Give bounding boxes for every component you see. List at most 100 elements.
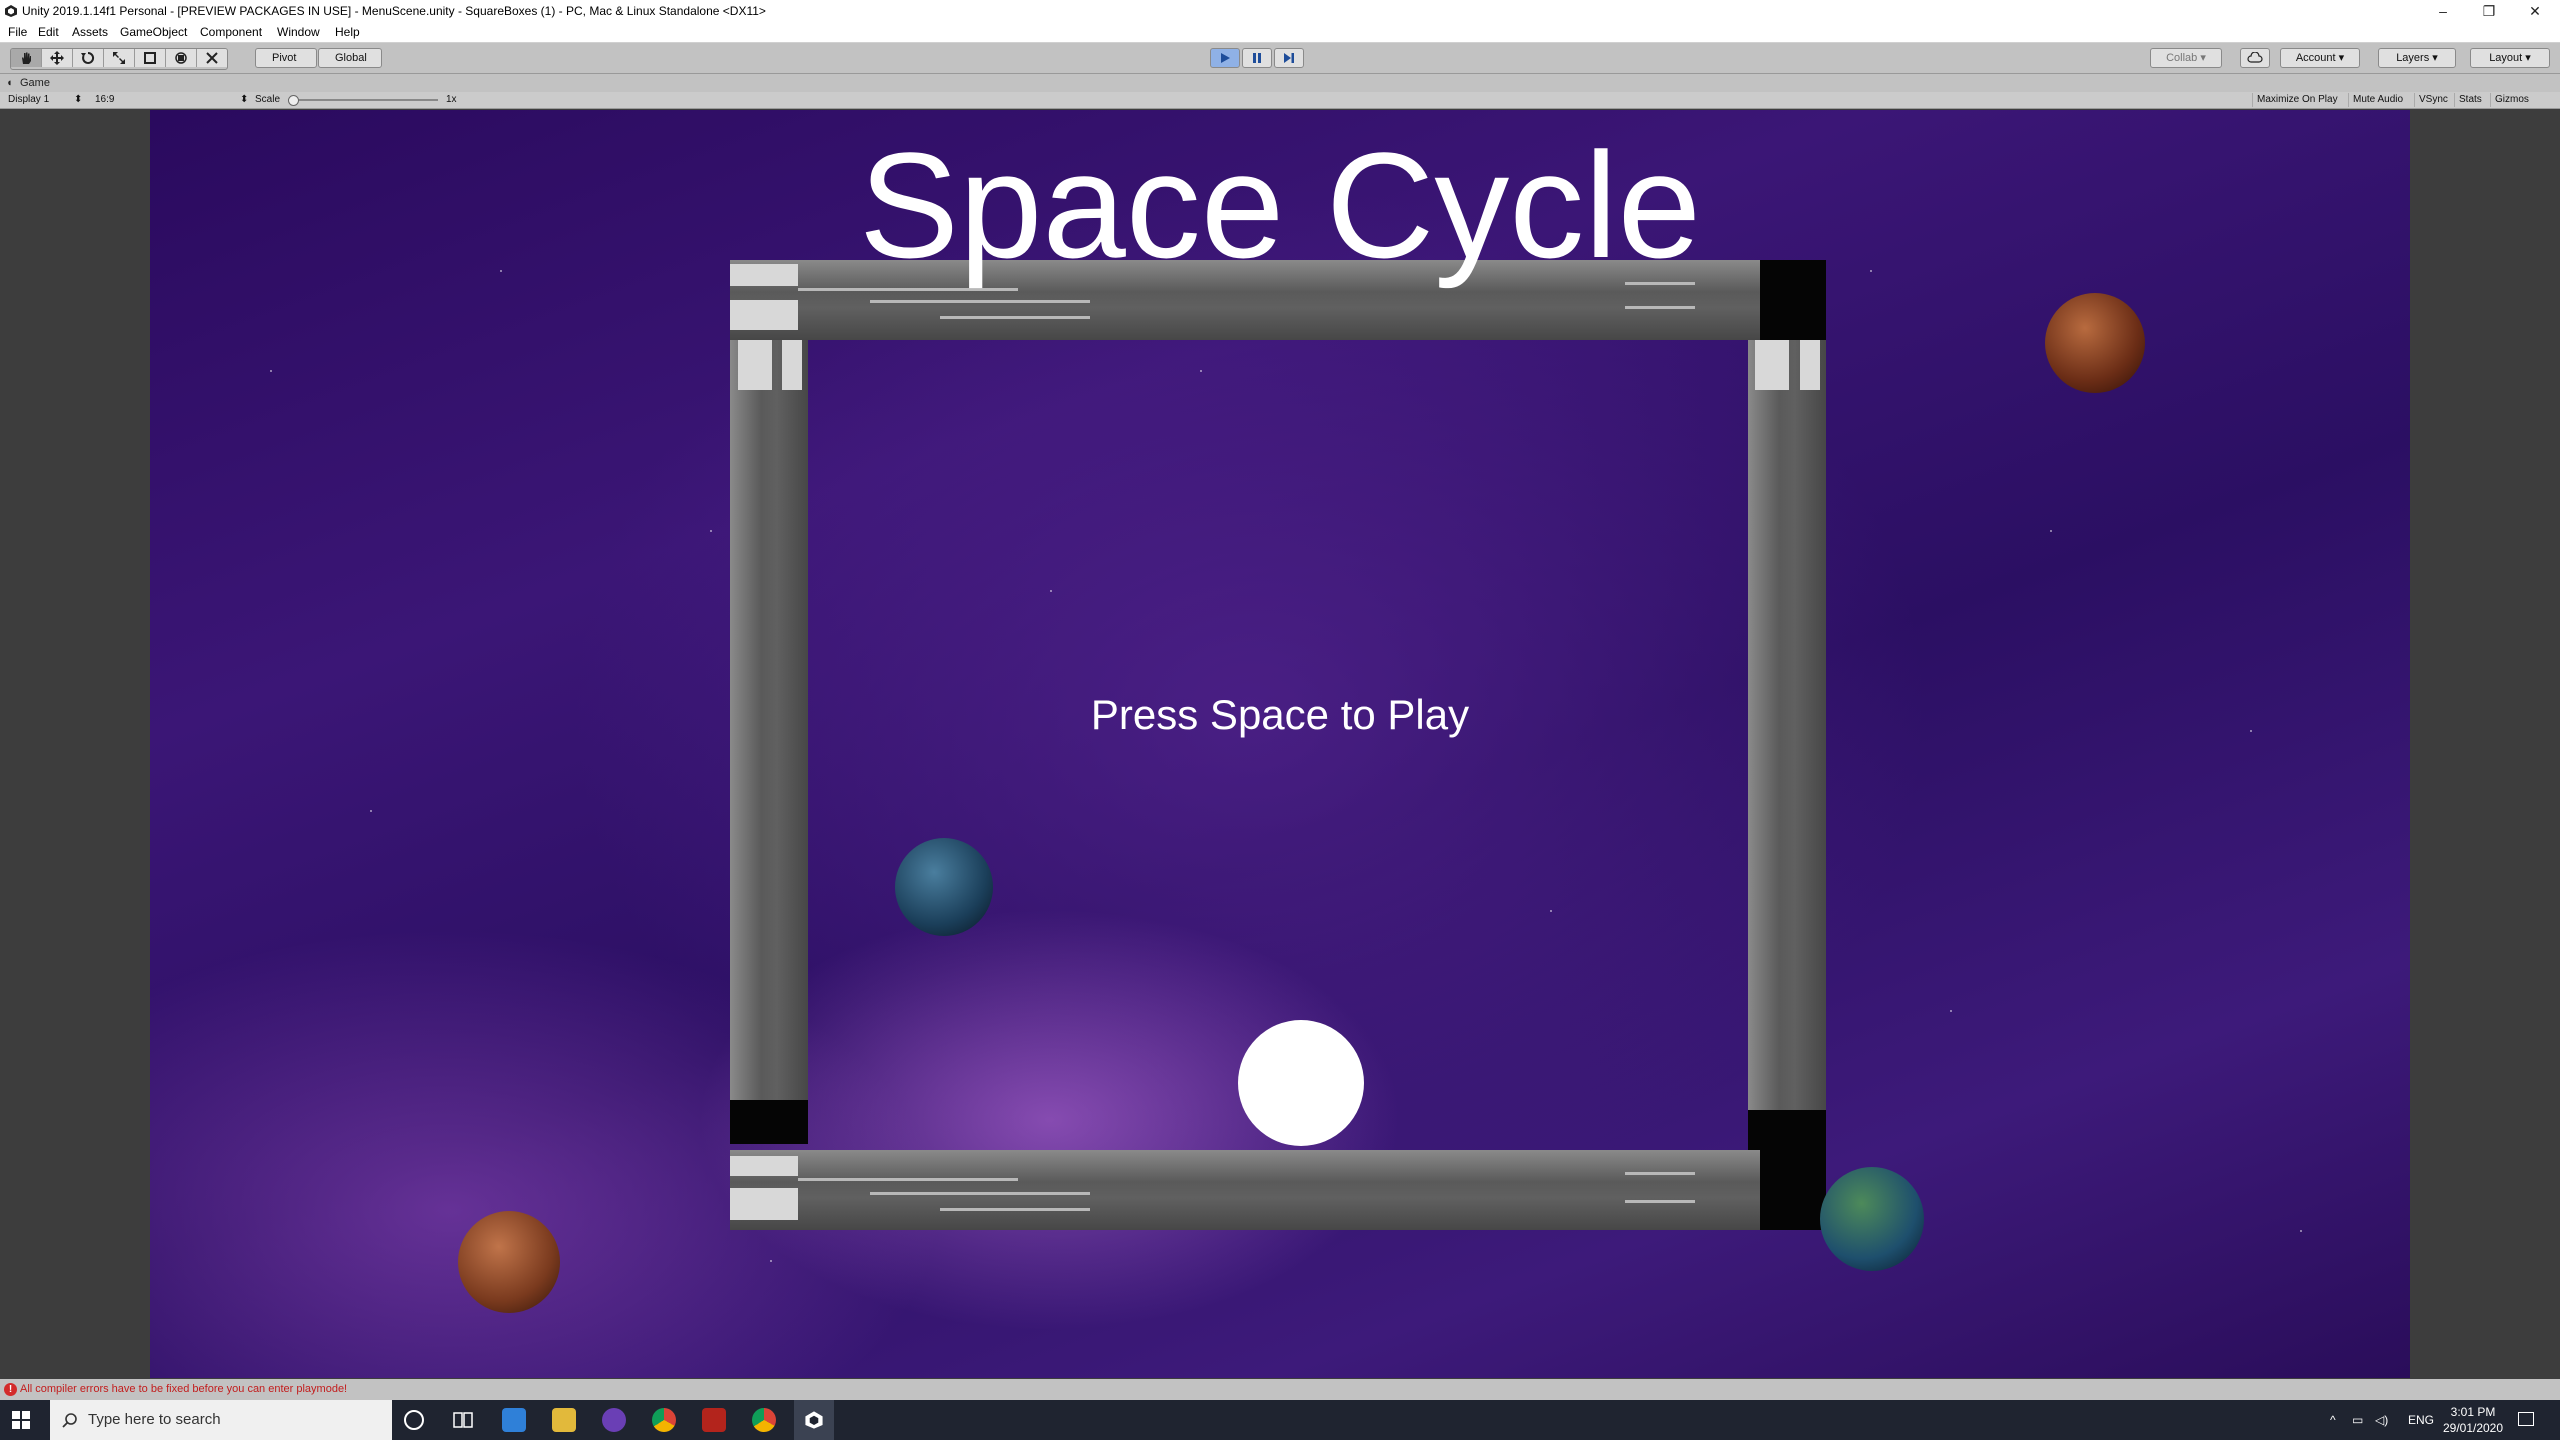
- scale-tool-button[interactable]: [104, 49, 135, 67]
- task-view-icon[interactable]: [452, 1410, 474, 1430]
- hand-icon: [22, 52, 31, 64]
- chrome-icon[interactable]: [652, 1408, 676, 1432]
- search-icon: [62, 1413, 77, 1428]
- notification-icon[interactable]: [2518, 1412, 2534, 1426]
- press-space-prompt: Press Space to Play: [1090, 691, 1470, 738]
- account-dropdown[interactable]: Account ▾: [2280, 48, 2360, 68]
- cloud-button[interactable]: [2240, 48, 2270, 68]
- frame-line: [870, 300, 1090, 303]
- custom-tool-button[interactable]: [197, 49, 227, 67]
- pause-button[interactable]: [1242, 48, 1272, 68]
- mute-audio-toggle[interactable]: Mute Audio: [2348, 93, 2407, 107]
- taskbar-search-box[interactable]: Type here to search: [50, 1400, 392, 1440]
- frame-corner: [730, 1100, 808, 1144]
- transform-tool-button[interactable]: [166, 49, 197, 67]
- cloud-icon: [2247, 51, 2263, 63]
- aspect-dropdown[interactable]: 16:9: [95, 92, 114, 108]
- layers-dropdown[interactable]: Layers ▾: [2378, 48, 2456, 68]
- restore-button[interactable]: ❐: [2466, 0, 2512, 22]
- volume-icon[interactable]: ◁): [2375, 1400, 2388, 1440]
- store-icon[interactable]: [502, 1408, 526, 1432]
- scale-icon: [113, 52, 125, 64]
- cortana-icon[interactable]: [404, 1410, 424, 1430]
- menu-file[interactable]: File: [8, 22, 27, 42]
- frame-right-panel: [1755, 340, 1789, 390]
- minimize-button[interactable]: –: [2420, 0, 2466, 22]
- star: [770, 1260, 772, 1262]
- transform-tools: [10, 48, 228, 70]
- pivot-label: Pivot: [272, 52, 297, 64]
- global-toggle[interactable]: Global: [318, 48, 382, 68]
- rotate-tool-button[interactable]: [73, 49, 104, 67]
- vsync-toggle[interactable]: VSync: [2414, 93, 2452, 107]
- windows-start-button[interactable]: [12, 1411, 30, 1429]
- star: [710, 530, 712, 532]
- network-icon[interactable]: ▭: [2352, 1400, 2363, 1440]
- play-icon: [1221, 53, 1230, 63]
- play-button[interactable]: [1210, 48, 1240, 68]
- step-button[interactable]: [1274, 48, 1304, 68]
- taskbar-clock[interactable]: 3:01 PM 29/01/2020: [2440, 1404, 2506, 1436]
- pivot-toggle[interactable]: Pivot: [255, 48, 317, 68]
- menu-edit[interactable]: Edit: [38, 22, 59, 42]
- window-title-bar: Unity 2019.1.14f1 Personal - [PREVIEW PA…: [0, 0, 2560, 22]
- frame-left-panel: [738, 340, 772, 390]
- unity-icon: [5, 5, 17, 17]
- frame-right-panel: [1800, 340, 1820, 390]
- menu-window[interactable]: Window: [277, 22, 320, 42]
- unity-icon: [805, 1411, 823, 1429]
- planet-earth: [1820, 1167, 1924, 1271]
- game-view-toolbar: Display 1 ⬍ 16:9 ⬍ Scale 1x Maximize On …: [0, 92, 2560, 109]
- pause-icon: [1253, 53, 1261, 63]
- frame-bottom-bar: [730, 1150, 1760, 1230]
- layers-label: Layers: [2396, 52, 2430, 64]
- close-button[interactable]: ✕: [2512, 0, 2558, 22]
- frame-line: [940, 316, 1090, 319]
- chrome-icon-2[interactable]: [752, 1408, 776, 1432]
- menu-gameobject[interactable]: GameObject: [120, 22, 187, 42]
- stats-toggle[interactable]: Stats: [2454, 93, 2486, 107]
- menu-component[interactable]: Component: [200, 22, 262, 42]
- planet-mars: [458, 1211, 560, 1313]
- planet-red: [2045, 293, 2145, 393]
- maximize-on-play-toggle[interactable]: Maximize On Play: [2252, 93, 2342, 107]
- star: [1050, 590, 1052, 592]
- scale-slider-thumb[interactable]: [288, 95, 299, 106]
- menu-help[interactable]: Help: [335, 22, 360, 42]
- tab-game[interactable]: Game: [20, 74, 50, 92]
- star: [1200, 370, 1202, 372]
- star: [270, 370, 272, 372]
- layout-label: Layout: [2489, 52, 2523, 64]
- frame-right-bar: [1748, 340, 1826, 1140]
- layout-dropdown[interactable]: Layout ▾: [2470, 48, 2550, 68]
- hand-tool-button[interactable]: [11, 49, 42, 67]
- tray-chevron-icon[interactable]: ^: [2330, 1400, 2336, 1440]
- frame-line: [1625, 1172, 1695, 1175]
- rotate-icon: [81, 51, 95, 64]
- menu-assets[interactable]: Assets: [72, 22, 108, 42]
- rect-icon: [144, 52, 156, 64]
- star: [370, 810, 372, 812]
- move-tool-button[interactable]: [42, 49, 73, 67]
- clock-time: 3:01 PM: [2450, 1405, 2496, 1419]
- rect-tool-button[interactable]: [135, 49, 166, 67]
- game-view[interactable]: Space Cycle Press Space to Play: [150, 110, 2410, 1378]
- display-dropdown[interactable]: Display 1: [8, 92, 49, 108]
- file-explorer-icon[interactable]: [552, 1408, 576, 1432]
- windows-logo-icon: [12, 1411, 30, 1429]
- status-error-message[interactable]: All compiler errors have to be fixed bef…: [20, 1379, 347, 1400]
- app-purple-icon[interactable]: [602, 1408, 626, 1432]
- collab-dropdown[interactable]: Collab ▾: [2150, 48, 2222, 68]
- frame-line: [1625, 1200, 1695, 1203]
- account-label: Account: [2295, 52, 2336, 64]
- search-placeholder: Type here to search: [88, 1411, 221, 1428]
- frame-top-panel: [730, 300, 798, 330]
- language-indicator[interactable]: ENG: [2408, 1400, 2434, 1440]
- gizmos-dropdown[interactable]: Gizmos: [2490, 93, 2533, 107]
- scale-slider-track[interactable]: [288, 99, 438, 101]
- dota-icon[interactable]: [702, 1408, 726, 1432]
- game-title: Space Cycle: [858, 121, 1702, 289]
- game-tab-header: ◖ Game: [0, 74, 2560, 92]
- unity-taskbar-button[interactable]: [794, 1400, 834, 1440]
- scale-value: 1x: [446, 94, 457, 105]
